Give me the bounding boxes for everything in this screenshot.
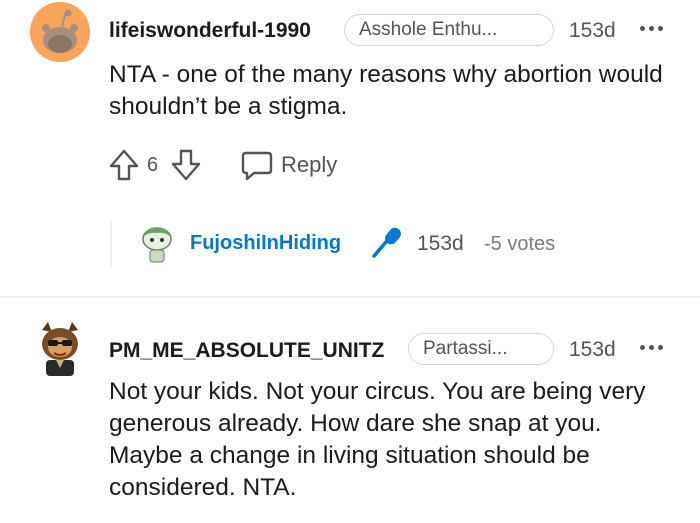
microphone-icon bbox=[372, 227, 401, 258]
more-options-icon[interactable] bbox=[640, 343, 670, 353]
username[interactable]: PM_ME_ABSOLUTE_UNITZ bbox=[109, 339, 384, 363]
comment-age: 153d bbox=[569, 338, 616, 361]
user-flair: Asshole Enthu... bbox=[344, 14, 554, 46]
downvote-icon[interactable] bbox=[170, 148, 202, 182]
more-options-icon[interactable] bbox=[640, 24, 670, 34]
snoo-avatar-icon bbox=[30, 2, 90, 62]
reply-avatar[interactable] bbox=[138, 224, 176, 264]
comment: PM_ME_ABSOLUTE_UNITZ Partassi... 153d No… bbox=[0, 298, 700, 523]
comment-age: 153d bbox=[569, 19, 616, 42]
user-avatar[interactable] bbox=[36, 320, 84, 378]
snoo-avatar-icon bbox=[42, 322, 78, 376]
user-avatar[interactable] bbox=[30, 2, 90, 62]
username[interactable]: lifeiswonderful-1990 bbox=[109, 19, 311, 43]
reply-username[interactable]: FujoshiInHiding bbox=[190, 232, 341, 255]
comment: lifeiswonderful-1990 Asshole Enthu... 15… bbox=[0, 0, 700, 296]
reply-votes: -5 votes bbox=[484, 233, 556, 255]
comment-body: NTA - one of the many reasons why aborti… bbox=[109, 61, 663, 120]
thread-line bbox=[110, 220, 112, 268]
reply-button[interactable]: Reply bbox=[281, 152, 337, 178]
upvote-icon[interactable] bbox=[108, 148, 140, 182]
user-flair: Partassi... bbox=[408, 333, 554, 365]
comment-body: Not your kids. Not your circus. You are … bbox=[109, 378, 646, 501]
reply-bubble-icon[interactable] bbox=[240, 150, 274, 182]
snoo-avatar-icon bbox=[142, 227, 172, 263]
reply-age: 153d bbox=[417, 232, 464, 255]
vote-count: 6 bbox=[147, 154, 159, 176]
